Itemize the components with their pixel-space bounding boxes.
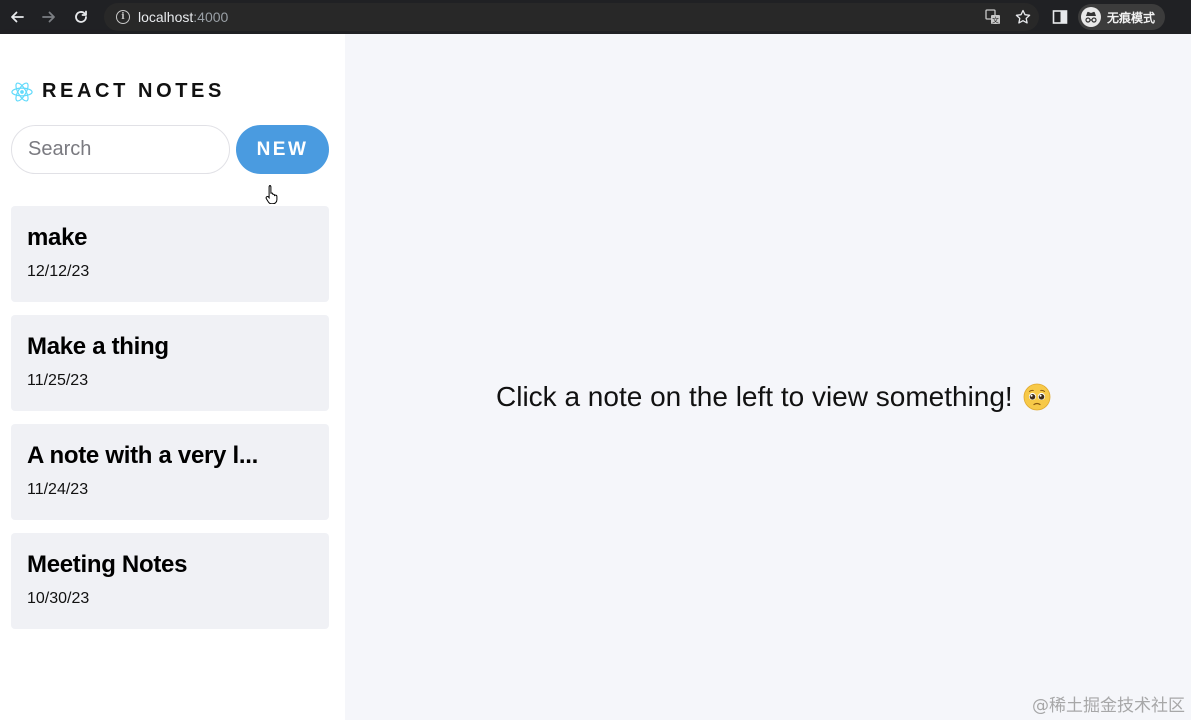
brand: REACT NOTES [11,80,225,103]
empty-state-message: Click a note on the left to view somethi… [496,381,1013,412]
side-panel-icon[interactable] [1052,9,1068,25]
app-title: REACT NOTES [42,80,225,102]
reload-icon [75,10,87,23]
note-title: A note with a very l... [27,442,258,469]
forward-button[interactable] [36,4,62,30]
bookmark-star-icon[interactable] [1015,9,1031,25]
note-card[interactable]: Make a thing 11/25/23 [11,315,329,411]
note-title: make [27,224,88,251]
note-card[interactable]: A note with a very l... 11/24/23 [11,424,329,520]
arrow-left-icon [11,11,24,23]
reload-button[interactable] [68,4,94,30]
note-title: Meeting Notes [27,551,188,578]
new-note-button[interactable]: NEW [236,125,329,174]
address-bar[interactable]: i localhost:4000 文 [104,3,1039,31]
incognito-icon [1081,7,1101,27]
arrow-right-icon [42,11,55,23]
incognito-profile-button[interactable]: 无痕模式 [1078,4,1166,30]
back-button[interactable] [4,4,30,30]
hand-pointer-cursor-icon [265,185,278,204]
empty-state: Click a note on the left to view somethi… [496,381,1051,413]
note-date: 11/25/23 [27,372,89,389]
url-text: localhost:4000 [138,9,229,25]
pleading-face-icon [1023,383,1051,411]
translate-icon[interactable]: 文 [985,9,1001,25]
note-card[interactable]: make 12/12/23 [11,206,329,302]
note-viewer: Click a note on the left to view somethi… [345,34,1191,720]
note-date: 11/24/23 [27,481,89,498]
note-title: Make a thing [27,333,169,360]
browser-toolbar: i localhost:4000 文 无痕模式 [0,0,1191,34]
watermark: @稀土掘金技术社区 [1032,696,1185,716]
profile-label: 无痕模式 [1107,10,1156,25]
search-input[interactable] [11,125,230,174]
note-card[interactable]: Meeting Notes 10/30/23 [11,533,329,629]
site-info-icon[interactable]: i [116,10,130,24]
svg-text:文: 文 [992,16,999,25]
sidebar: REACT NOTES NEW make 12/12/23 Make a thi… [0,34,345,720]
note-date: 10/30/23 [27,590,90,607]
react-logo-icon [11,81,33,102]
note-date: 12/12/23 [27,263,90,280]
